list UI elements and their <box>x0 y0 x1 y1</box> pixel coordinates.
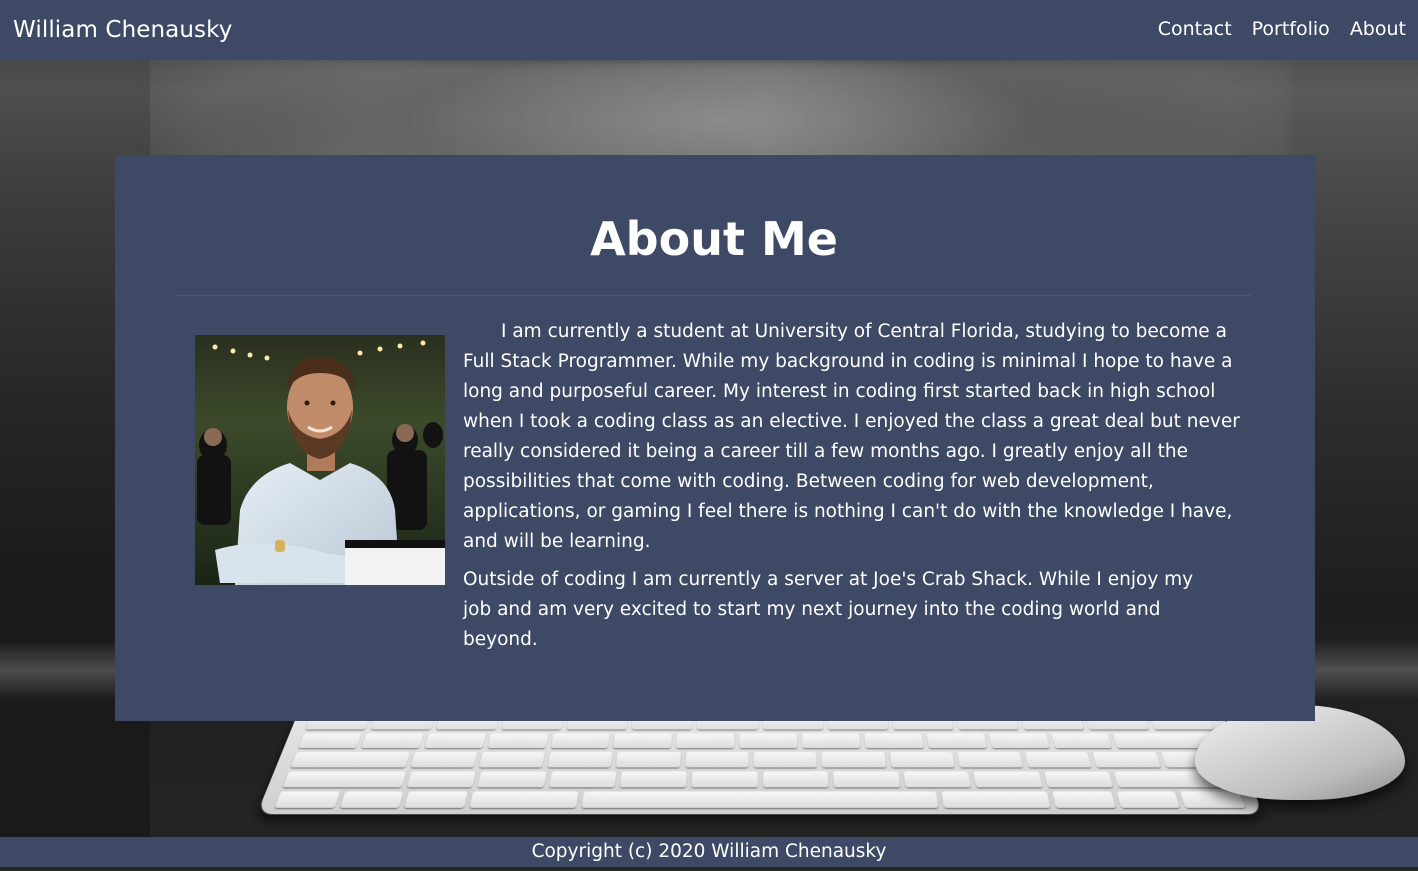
page-title: About Me <box>590 212 838 266</box>
nav-link-contact[interactable]: Contact <box>1158 18 1232 40</box>
background-keyboard-image <box>256 708 1264 815</box>
profile-photo-image <box>195 335 445 585</box>
footer-copyright: Copyright (c) 2020 William Chenausky <box>531 841 887 862</box>
profile-photo <box>195 335 445 585</box>
nav-links: Contact Portfolio About <box>1158 18 1406 40</box>
nav-link-portfolio[interactable]: Portfolio <box>1252 18 1330 40</box>
title-divider <box>177 295 1251 296</box>
brand-link[interactable]: William Chenausky <box>13 17 232 43</box>
nav-link-about[interactable]: About <box>1350 18 1406 40</box>
footer: Copyright (c) 2020 William Chenausky <box>0 837 1418 867</box>
page: William Chenausky Contact Portfolio Abou… <box>0 0 1418 871</box>
background-light-glow <box>140 60 1290 170</box>
navbar: William Chenausky Contact Portfolio Abou… <box>0 0 1418 60</box>
about-paragraph-1: I am currently a student at University o… <box>463 321 1240 552</box>
about-paragraph-2: Outside of coding I am currently a serve… <box>463 569 1194 650</box>
